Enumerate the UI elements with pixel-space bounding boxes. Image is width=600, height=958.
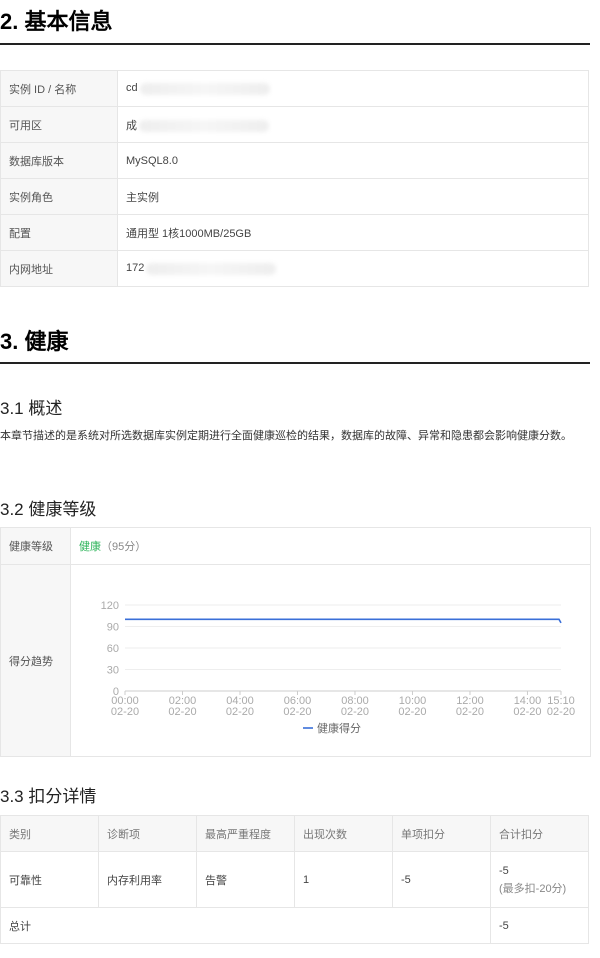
- subsection-title-deduction: 3.3 扣分详情: [0, 787, 97, 806]
- info-value-cell: 172: [117, 250, 589, 287]
- section-divider: [0, 362, 590, 364]
- section-divider: [0, 43, 590, 45]
- cell-sum-value: -5: [490, 907, 589, 944]
- score-trend-chart-cell: 0 30 60 90 120 00:00 02-20 02:00 02-20 04:00 02-20…: [70, 564, 591, 757]
- info-key: 内网地址: [0, 250, 118, 287]
- info-key: 数据库版本: [0, 142, 118, 179]
- cell-count: 1: [294, 851, 393, 908]
- redacted-mask: [139, 82, 270, 95]
- cell-category: 可靠性: [0, 851, 99, 908]
- info-value: cd: [126, 82, 138, 95]
- deduction-table: 类别 诊断项 最高严重程度 出现次数 单项扣分 合计扣分 可靠性 内存利用率 告…: [0, 815, 589, 944]
- x-tick-label-date: 02-20: [168, 706, 196, 718]
- info-key: 实例角色: [0, 178, 118, 215]
- x-tick-label-date: 02-20: [341, 706, 369, 718]
- x-tick-label-date: 02-20: [226, 706, 254, 718]
- info-value-cell: MySQL8.0: [117, 142, 589, 179]
- col-header-occurrences: 出现次数: [294, 815, 393, 852]
- info-key: 配置: [0, 214, 118, 251]
- col-header-category: 类别: [0, 815, 99, 852]
- info-value-cell: cd: [117, 70, 589, 107]
- info-value: 172: [126, 262, 145, 275]
- redacted-mask: [146, 262, 277, 275]
- col-header-max-severity: 最高严重程度: [196, 815, 295, 852]
- info-value: MySQL8.0: [126, 154, 178, 167]
- info-row: 配置 通用型 1核1000MB/25GB: [0, 214, 589, 251]
- x-tick-label-date: 02-20: [547, 706, 575, 718]
- col-header-total-deduction: 合计扣分: [490, 815, 589, 852]
- y-tick-label: 90: [107, 622, 119, 634]
- score-trend-label: 得分趋势: [0, 564, 71, 757]
- info-row: 实例 ID / 名称 cd: [0, 70, 589, 107]
- info-value-cell: 成: [117, 106, 589, 143]
- cell-sum-label: 总计: [0, 907, 491, 944]
- cell-diagnostic-item: 内存利用率: [98, 851, 197, 908]
- y-tick-label: 120: [101, 600, 119, 612]
- overview-text: 本章节描述的是系统对所选数据库实例定期进行全面健康巡检的结果，数据库的故障、异常…: [0, 430, 572, 442]
- x-tick-label-date: 02-20: [398, 706, 426, 718]
- col-header-single-deduction: 单项扣分: [392, 815, 491, 852]
- x-tick-label-date: 02-20: [456, 706, 484, 718]
- cell-severity: 告警: [196, 851, 295, 908]
- cell-total-deduction: -5 (最多扣-20分): [490, 851, 589, 908]
- info-row: 实例角色 主实例: [0, 178, 589, 215]
- section-title-basic-info: 2. 基本信息: [0, 9, 113, 34]
- redacted-mask: [139, 119, 269, 132]
- info-key: 实例 ID / 名称: [0, 70, 118, 107]
- total-deduction-note: (最多扣-20分): [499, 882, 567, 895]
- y-tick-label: 30: [107, 665, 119, 677]
- health-level-score: （95分）: [101, 541, 147, 553]
- basic-info-table: 实例 ID / 名称 cd 可用区成数据库版本 MySQL8.0 实例角色 主实例 配置 通用…: [0, 70, 589, 287]
- col-header-diagnostic-item: 诊断项: [98, 815, 197, 852]
- info-value: 通用型 1核1000MB/25GB: [126, 227, 252, 240]
- legend-label: 健康得分: [317, 721, 361, 735]
- health-level-status: 健康: [79, 541, 101, 553]
- info-row: 数据库版本 MySQL8.0: [0, 142, 589, 179]
- cell-single-deduction: -5: [392, 851, 491, 908]
- info-value-cell: 通用型 1核1000MB/25GB: [117, 214, 589, 251]
- score-trend-chart: 030609012000:0002-2002:0002-2004:0002-20…: [101, 600, 575, 735]
- info-row: 内网地址 172: [0, 250, 589, 287]
- health-level-table: 健康等级 健康（95分） 得分趋势 0 30 60 90 120 00:00 02-20 02…: [0, 527, 591, 757]
- table-row-total: 总计 -5: [0, 907, 589, 944]
- subsection-title-overview: 3.1 概述: [0, 399, 63, 418]
- info-value: 主实例: [126, 191, 159, 204]
- x-tick-label-date: 02-20: [111, 706, 139, 718]
- total-deduction-value: -5: [499, 864, 509, 877]
- x-tick-label-date: 02-20: [513, 706, 541, 718]
- info-value: 成: [126, 119, 137, 132]
- section-title-health: 3. 健康: [0, 329, 69, 354]
- health-level-value-cell: 健康（95分）: [70, 527, 591, 565]
- series-line-health-score: [125, 618, 562, 624]
- info-key: 可用区: [0, 106, 118, 143]
- subsection-title-health-level: 3.2 健康等级: [0, 500, 97, 519]
- health-level-label: 健康等级: [0, 527, 71, 565]
- info-row: 可用区成: [0, 106, 589, 143]
- table-row: 可靠性 内存利用率 告警 1 -5 -5 (最多扣-20分): [0, 851, 589, 908]
- x-tick-label-date: 02-20: [283, 706, 311, 718]
- info-value-cell: 主实例: [117, 178, 589, 215]
- y-tick-label: 60: [107, 643, 119, 655]
